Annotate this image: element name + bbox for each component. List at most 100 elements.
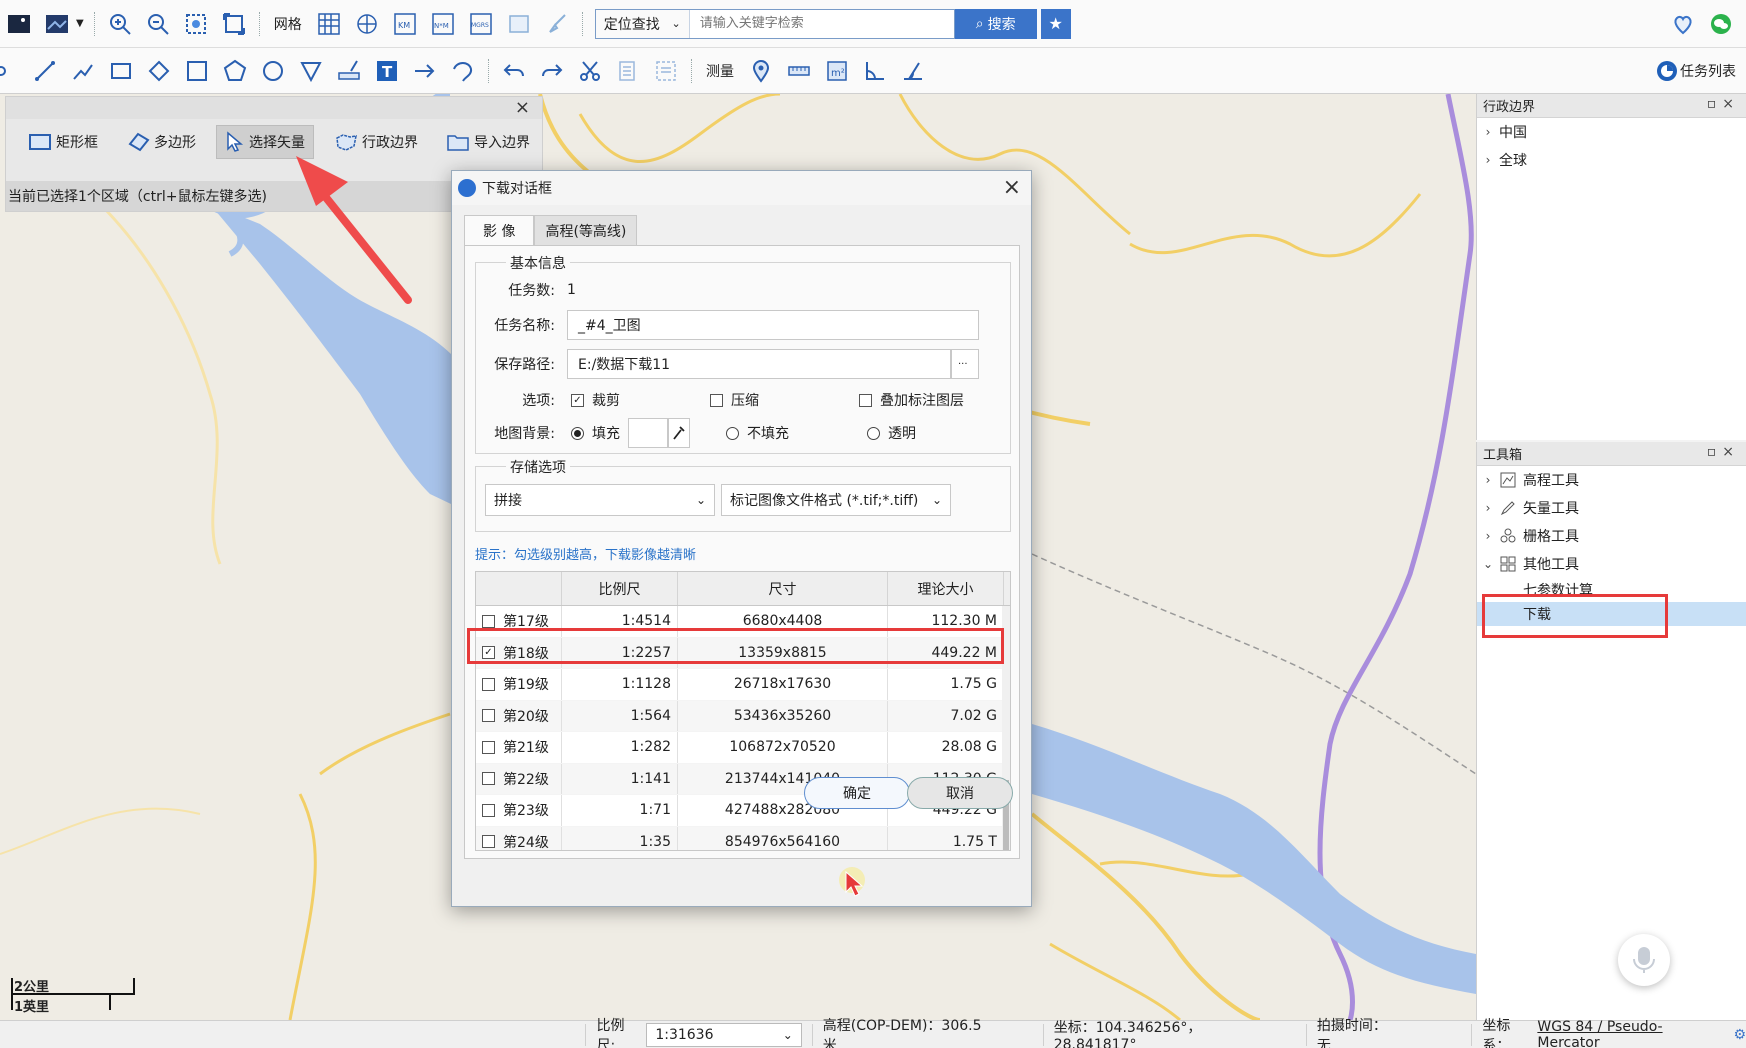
fill-radio[interactable] [571,426,584,440]
mgrs-grid-icon[interactable]: MGRS [468,11,494,37]
panel-float-close-icons[interactable]: ▫× [1707,96,1740,112]
scale-select[interactable]: 1:31636 ⌄ [646,1022,802,1047]
chevron-right-icon[interactable]: › [1477,153,1499,167]
search-input[interactable] [689,9,954,38]
panel-float-close-icons[interactable]: ▫× [1707,444,1740,460]
rectangle-icon[interactable] [108,58,134,84]
close-icon[interactable]: × [515,97,530,118]
chevron-right-icon[interactable]: › [1477,125,1499,139]
table-header-cell[interactable]: 比例尺 [562,572,678,605]
fit-screen-icon[interactable] [221,11,247,37]
settings-icon[interactable]: ⚙ [1733,1027,1746,1043]
transparent-radio[interactable] [867,426,880,440]
level-checkbox[interactable] [482,740,495,754]
storage-format-select[interactable]: 标记图像文件格式 (*.tif;*.tiff) ⌄ [721,484,951,516]
support-icon[interactable] [1670,11,1696,37]
voice-input-button[interactable] [1618,934,1670,986]
favorite-button[interactable]: ★ [1040,8,1071,39]
scissors-icon[interactable] [577,58,603,84]
measure-label[interactable]: 测量 [706,61,734,81]
chevron-right-icon[interactable]: › [1477,501,1499,515]
tab-elevation[interactable]: 高程(等高线) [534,215,638,245]
brush-icon[interactable] [544,11,570,37]
curve-icon[interactable] [450,58,476,84]
text-icon[interactable]: T [374,58,400,84]
paste-icon[interactable] [653,58,679,84]
cancel-button[interactable]: 取消 [907,777,1013,809]
chevron-down-icon[interactable]: ⌄ [1477,557,1499,571]
crs-value[interactable]: WGS 84 / Pseudo-Mercator [1537,1019,1721,1048]
layer-switch-icon[interactable] [44,11,70,37]
ruler-icon[interactable] [336,58,362,84]
tree-item-raster-tools[interactable]: › 栅格工具 [1477,522,1746,550]
grid-icon[interactable] [316,11,342,37]
level-cell[interactable]: 第24级 [476,826,562,850]
rectangle-select-tool[interactable]: 矩形框 [20,125,106,159]
grid-label[interactable]: 网格 [274,14,302,34]
pentagon-icon[interactable] [222,58,248,84]
selection-panel-titlebar[interactable]: × [6,97,542,119]
task-list-icon[interactable] [1654,58,1680,84]
zoom-out-icon[interactable] [145,11,171,37]
line-icon[interactable] [32,58,58,84]
confirm-button[interactable]: 确定 [804,777,910,809]
full-extent-icon[interactable] [183,11,209,37]
table-row[interactable]: 第19级 1:1128 26718x17630 1.75 G [476,669,1010,701]
level-cell[interactable]: 第22级 [476,763,562,794]
chevron-right-icon[interactable]: › [1477,529,1499,543]
circle-icon[interactable] [260,58,286,84]
triangle-icon[interactable] [298,58,324,84]
tree-item-elevation-tools[interactable]: › 高程工具 [1477,466,1746,494]
image-icon[interactable] [506,11,532,37]
save-path-input[interactable]: E:/数据下载11 [567,349,951,379]
redo-icon[interactable] [539,58,565,84]
crop-checkbox[interactable]: ✓ [571,393,584,407]
azimuth-icon[interactable] [900,58,926,84]
no-fill-radio[interactable] [726,426,739,440]
table-header-cell[interactable]: 尺寸 [678,572,888,605]
polyline-icon[interactable] [70,58,96,84]
table-row[interactable]: 第24级 1:35 854976x564160 1.75 T [476,826,1010,850]
arrow-icon[interactable] [412,58,438,84]
task-list-button[interactable]: 任务列表 [1680,61,1736,81]
satellite-map-icon[interactable] [6,11,32,37]
storage-mode-select[interactable]: 拼接 ⌄ [485,484,715,516]
point-icon[interactable] [0,58,20,84]
chevron-down-icon[interactable]: ▼ [76,18,84,29]
dialog-titlebar[interactable]: 下载对话框 × [452,171,1031,205]
polygon-select-tool[interactable]: 多边形 [118,125,204,159]
level-checkbox[interactable] [482,835,495,849]
tree-item-vector-tools[interactable]: › 矢量工具 [1477,494,1746,522]
chevron-right-icon[interactable]: › [1477,473,1499,487]
level-checkbox[interactable] [482,709,495,723]
distance-icon[interactable] [786,58,812,84]
browse-button[interactable]: ··· [951,349,979,379]
tree-item-global[interactable]: › 全球 [1477,146,1746,174]
compress-checkbox[interactable] [710,393,723,407]
level-cell[interactable]: 第20级 [476,700,562,731]
eyedropper-button[interactable] [668,418,690,448]
locate-mode-select[interactable]: 定位查找 ⌄ [596,9,690,38]
latlng-grid-icon[interactable] [354,11,380,37]
km-grid-icon[interactable]: KM [392,11,418,37]
tree-item-china[interactable]: › 中国 [1477,118,1746,146]
overlay-checkbox[interactable] [859,393,872,407]
tab-imagery[interactable]: 影 像 [464,215,535,245]
tree-item-other-tools[interactable]: ⌄ 其他工具 [1477,550,1746,578]
square-icon[interactable] [184,58,210,84]
angle-icon[interactable] [862,58,888,84]
table-row[interactable]: 第21级 1:282 106872x70520 28.08 G [476,732,1010,764]
area-icon[interactable]: m² [824,58,850,84]
copy-icon[interactable] [615,58,641,84]
search-button[interactable]: ⌕ 搜索 [954,8,1037,39]
wechat-icon[interactable] [1708,11,1734,37]
level-cell[interactable]: 第19级 [476,669,562,700]
zoom-in-icon[interactable] [107,11,133,37]
level-checkbox[interactable] [482,614,495,628]
task-name-input[interactable]: _#4_卫图 [567,310,979,340]
table-header-cell[interactable]: 理论大小 [888,572,1004,605]
import-boundary-tool[interactable]: 导入边界 [438,125,538,159]
diamond-icon[interactable] [146,58,172,84]
level-checkbox[interactable] [482,772,495,786]
table-row[interactable]: 第20级 1:564 53436x35260 7.02 G [476,700,1010,732]
